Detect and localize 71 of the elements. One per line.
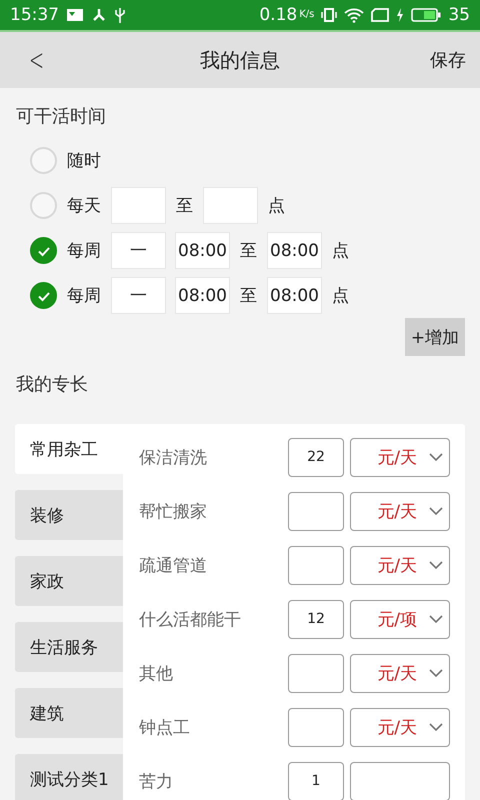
time-field[interactable]: [203, 187, 258, 224]
skill-name: 其他: [139, 662, 174, 684]
battery-level: 35: [448, 5, 470, 25]
time-field[interactable]: 08:00: [175, 232, 230, 269]
speed-unit: K/s: [299, 9, 314, 20]
price-field[interactable]: [288, 492, 344, 530]
caret-icon: [429, 614, 443, 624]
battery-icon: [411, 7, 442, 23]
section-title: 可干活时间: [15, 105, 106, 129]
category-tab[interactable]: 建筑: [15, 688, 123, 738]
sim-icon: [371, 7, 390, 23]
caret-icon: [429, 722, 443, 732]
unit-label: 点: [332, 240, 349, 262]
price-field[interactable]: 12: [288, 600, 344, 638]
unit-dropdown[interactable]: 元/天: [350, 654, 450, 692]
unit-dropdown[interactable]: 元/项: [350, 600, 450, 638]
charging-icon: [396, 8, 404, 22]
page-title: 我的信息: [200, 46, 280, 74]
network-speed: 0.18: [259, 5, 298, 25]
skill-name: 帮忙搬家: [139, 500, 208, 522]
option-label: 每周: [67, 285, 101, 307]
range-label: 至: [240, 285, 257, 307]
unit-dropdown[interactable]: 元/天: [350, 438, 450, 476]
unit-dropdown[interactable]: 元/天: [350, 546, 450, 584]
skill-name: 钟点工: [139, 716, 191, 738]
category-tab[interactable]: 生活服务: [15, 622, 123, 672]
time-field[interactable]: 一: [111, 277, 166, 314]
usb-icon: [114, 7, 126, 23]
skill-name: 保洁清洗: [139, 446, 208, 468]
add-button[interactable]: +增加: [405, 318, 465, 356]
unit-label: 点: [332, 285, 349, 307]
category-tab[interactable]: 装修: [15, 490, 123, 540]
skill-name: 苦力: [139, 770, 174, 792]
radio-button[interactable]: [30, 237, 57, 264]
price-field[interactable]: [288, 708, 344, 746]
time-field[interactable]: 一: [111, 232, 166, 269]
radio-button[interactable]: [30, 282, 57, 309]
category-tab[interactable]: 测试分类1: [15, 754, 123, 800]
option-label: 每周: [67, 240, 101, 262]
caret-icon: [429, 668, 443, 678]
time-field[interactable]: 08:00: [267, 277, 322, 314]
category-tab[interactable]: 家政: [15, 556, 123, 606]
unit-dropdown[interactable]: 元/天: [350, 708, 450, 746]
option-label: 每天: [67, 195, 101, 217]
wifi-icon: [344, 7, 364, 23]
price-field[interactable]: [288, 546, 344, 584]
back-button[interactable]: <: [25, 42, 48, 78]
unit-dropdown[interactable]: [350, 762, 450, 800]
skill-name: 疏通管道: [139, 554, 208, 576]
unit-label: 点: [268, 195, 285, 217]
price-field[interactable]: 1: [288, 762, 344, 800]
caret-icon: [429, 506, 443, 516]
range-label: 至: [176, 195, 193, 217]
category-tab[interactable]: 常用杂工: [15, 424, 123, 474]
image-icon: [66, 8, 84, 22]
time-field[interactable]: 08:00: [175, 277, 230, 314]
caret-icon: [429, 452, 443, 462]
section-title: 我的专长: [15, 373, 88, 397]
range-label: 至: [240, 240, 257, 262]
caret-icon: [429, 560, 443, 570]
price-field[interactable]: [288, 654, 344, 692]
skill-name: 什么活都能干: [139, 608, 242, 630]
time-field[interactable]: [111, 187, 166, 224]
vibrate-icon: [321, 7, 338, 23]
share-icon: [91, 7, 107, 23]
clock: 15:37: [10, 5, 59, 25]
time-field[interactable]: 08:00: [267, 232, 322, 269]
unit-dropdown[interactable]: 元/天: [350, 492, 450, 530]
option-label: 随时: [67, 150, 101, 172]
save-button[interactable]: 保存: [430, 44, 466, 76]
price-field[interactable]: 22: [288, 438, 344, 476]
